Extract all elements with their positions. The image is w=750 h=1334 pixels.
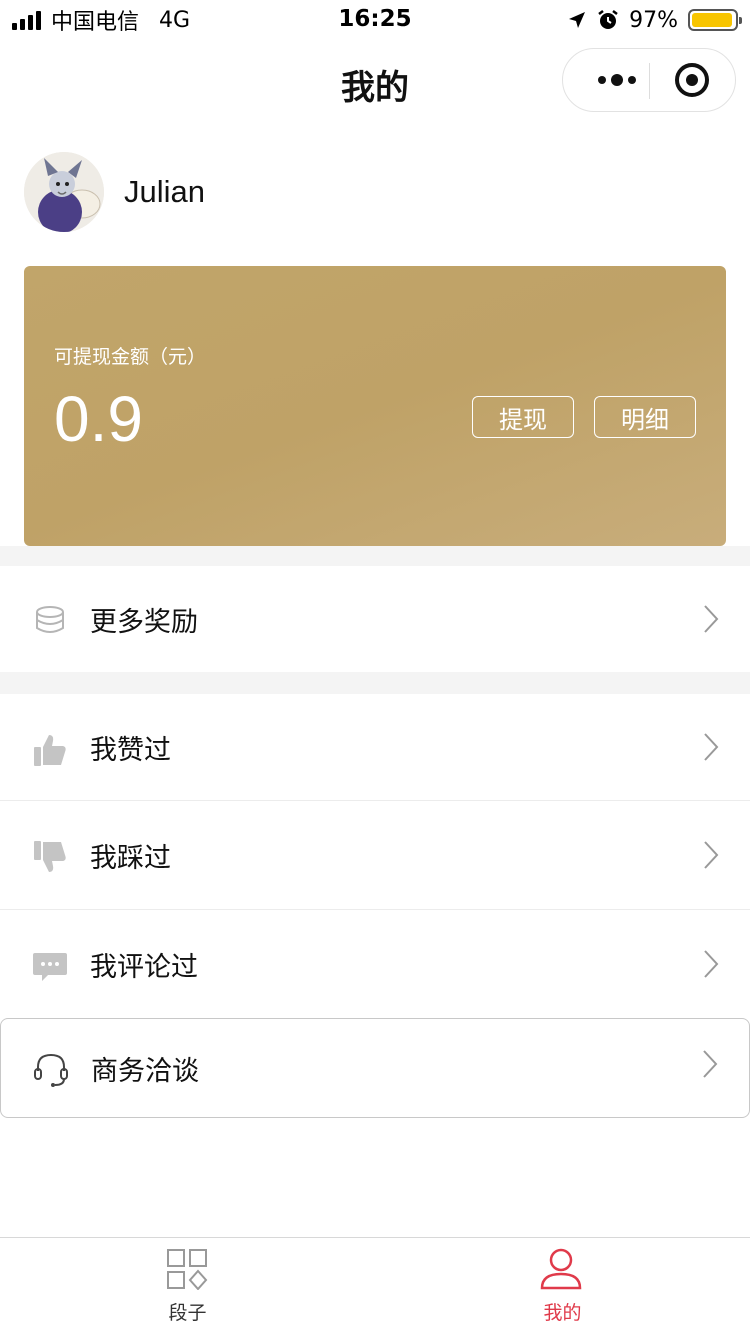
chevron-right-icon [703,1050,718,1078]
chevron-right-icon [704,841,719,869]
more-dots-icon[interactable] [585,49,649,111]
headset-icon [34,1053,68,1087]
withdraw-button[interactable]: 提现 [472,396,574,438]
thumbs-up-icon [34,735,66,766]
tab-jokes[interactable]: 段子 [0,1238,375,1334]
alarm-icon [598,10,618,29]
menu-label-liked: 我赞过 [90,734,171,766]
status-bar: 中国电信 4G 16:25 97% [0,0,750,40]
section-gap [0,672,750,694]
tab-label-jokes: 段子 [168,1302,207,1324]
status-right: 97% [567,6,742,34]
tab-label-mine: 我的 [543,1302,582,1324]
grid-icon [167,1249,208,1290]
menu-label-disliked: 我踩过 [90,842,171,874]
username: Julian [124,174,205,209]
balance-label: 可提现金额（元） [54,346,207,368]
menu-item-rewards[interactable]: 更多奖励 [0,566,750,672]
user-icon [540,1248,582,1290]
nav-bar: 我的 [0,40,750,124]
balance-amount: 0.9 [54,383,143,455]
chevron-right-icon [704,733,719,761]
mini-program-capsule [562,48,736,112]
menu-item-liked[interactable]: 我赞过 [0,694,750,800]
chevron-right-icon [704,605,719,633]
tab-bar: 段子 我的 [0,1237,750,1334]
avatar[interactable] [24,152,104,232]
menu-item-disliked[interactable]: 我踩过 [0,801,750,909]
coin-stack-icon [36,606,64,633]
profile-header: Julian [24,152,205,232]
balance-card: 可提现金额（元） 0.9 提现 明细 [24,266,726,546]
detail-button[interactable]: 明细 [594,396,696,438]
menu-item-commented[interactable]: 我评论过 [0,910,750,1018]
battery-icon [688,9,742,31]
comment-icon [33,953,67,981]
target-circle-icon[interactable] [675,63,709,97]
menu-label-business: 商务洽谈 [91,1055,199,1087]
tab-mine[interactable]: 我的 [375,1238,750,1334]
menu-label-commented: 我评论过 [90,951,198,983]
thumbs-down-icon [34,841,66,872]
section-gap [0,546,750,566]
location-arrow-icon [569,12,586,28]
menu-label-rewards: 更多奖励 [90,606,198,638]
chevron-right-icon [704,950,719,978]
battery-percent: 97% [629,7,678,33]
menu-item-business[interactable]: 商务洽谈 [0,1018,750,1118]
capsule-divider [649,63,650,99]
